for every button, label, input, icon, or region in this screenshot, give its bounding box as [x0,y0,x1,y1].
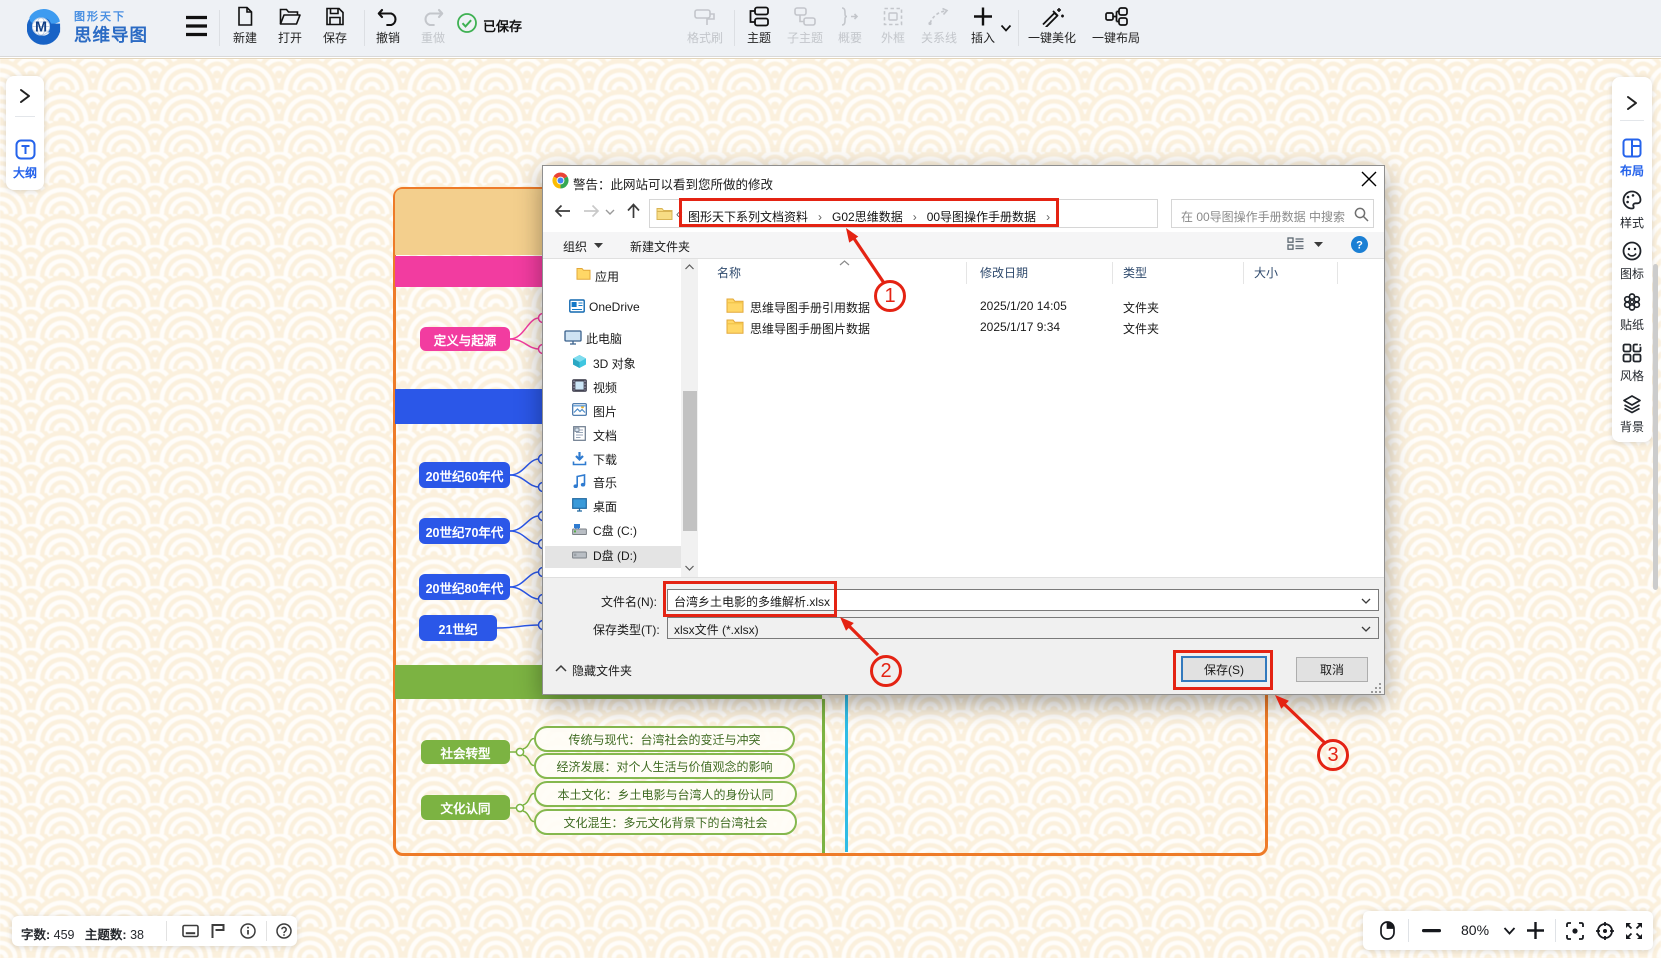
svg-text:?: ? [1356,240,1363,252]
svg-text:M: M [35,20,47,36]
